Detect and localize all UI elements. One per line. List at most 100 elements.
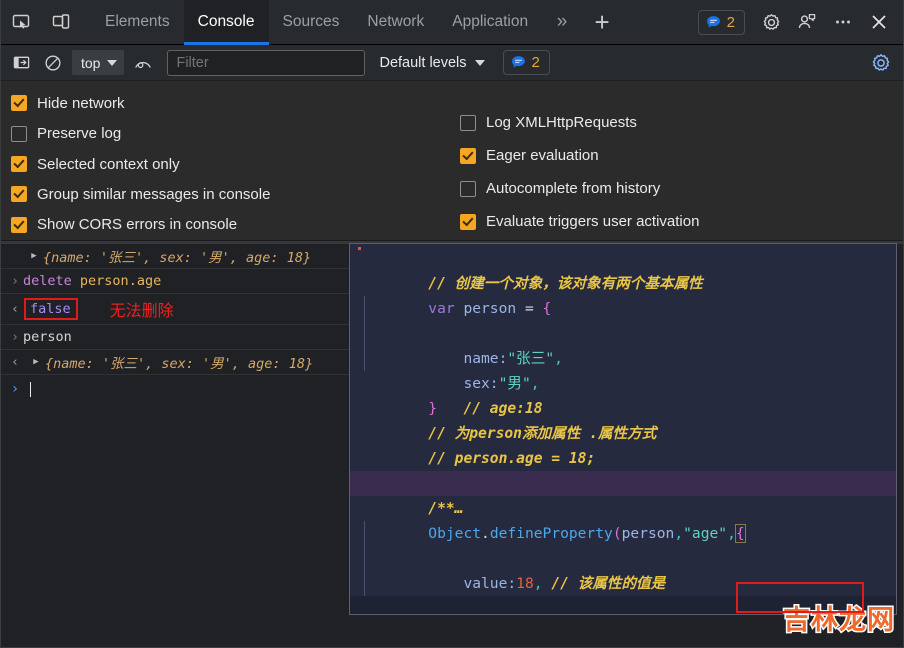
tab-elements[interactable]: Elements [91, 0, 184, 45]
code-line-4: sex:"男", [350, 321, 896, 392]
console-result-value: false [24, 298, 78, 320]
code-line-5: // age:18 [350, 346, 896, 417]
console-output-area: ▶ {name: '张三', sex: '男', age: 18} › dele… [1, 241, 903, 647]
indent-guide [364, 321, 365, 346]
setting-label: Selected context only [37, 155, 180, 173]
checkbox-unchecked-icon[interactable] [460, 180, 476, 197]
settings-gear-icon[interactable] [753, 4, 789, 40]
setting-selected-context-only[interactable]: Selected context only [11, 149, 455, 179]
console-settings-icon[interactable] [867, 49, 895, 77]
expand-triangle-icon[interactable]: ▶ [31, 357, 41, 367]
execution-context-selector[interactable]: top [72, 50, 125, 75]
clear-console-icon[interactable] [39, 49, 67, 77]
indent-guide [364, 346, 365, 371]
input-prompt-icon: › [11, 273, 19, 289]
console-prompt-row[interactable]: › [1, 375, 349, 403]
console-issues-badge[interactable]: 2 [502, 50, 550, 75]
console-row-object-result[interactable]: ▶ {name: '张三', sex: '男', age: 18} [1, 244, 349, 269]
tab-network[interactable]: Network [353, 0, 438, 45]
log-levels-label: Default levels [379, 54, 467, 71]
console-row-input-person[interactable]: › person [1, 325, 349, 350]
more-tabs-icon[interactable]: » [542, 0, 582, 45]
prompt-caret-icon: › [10, 381, 20, 397]
setting-group-similar[interactable]: Group similar messages in console [11, 179, 455, 209]
console-object-preview: {name: '张三', sex: '男', age: 18} [43, 250, 312, 266]
console-input-space [72, 273, 80, 289]
checkbox-unchecked-icon[interactable] [11, 125, 27, 142]
checkbox-checked-icon[interactable] [11, 216, 27, 233]
setting-eager-evaluation[interactable]: Eager evaluation [460, 139, 903, 172]
tab-sources[interactable]: Sources [269, 0, 354, 45]
issues-count: 2 [726, 13, 735, 31]
issues-badge[interactable]: 2 [697, 9, 745, 35]
console-toolbar: top Default levels 2 [1, 45, 903, 81]
code-line-2: var person = { [350, 271, 896, 317]
annotation-cannot-delete: 无法删除 [109, 301, 174, 320]
checkbox-checked-icon[interactable] [460, 147, 476, 164]
expand-triangle-icon[interactable]: ▶ [29, 251, 39, 261]
setting-label: Hide network [37, 94, 125, 112]
setting-label: Evaluate triggers user activation [486, 213, 700, 230]
setting-label: Log XMLHttpRequests [486, 114, 637, 131]
devtools-tabbar: Elements Console Sources Network Applica… [1, 0, 903, 45]
indent-guide [364, 521, 365, 546]
checkbox-checked-icon[interactable] [11, 95, 27, 112]
checkbox-checked-icon[interactable] [11, 156, 27, 173]
device-toolbar-icon[interactable] [41, 0, 81, 45]
close-icon[interactable] [861, 4, 897, 40]
more-tabs-label: » [556, 11, 568, 32]
tab-label: Console [197, 13, 255, 30]
setting-autocomplete-history[interactable]: Autocomplete from history [460, 172, 903, 205]
more-options-icon[interactable] [825, 4, 861, 40]
console-input-keyword: delete [23, 273, 72, 289]
console-sidebar-icon[interactable] [7, 49, 35, 77]
site-watermark: 吉林龙网 [782, 604, 896, 638]
tab-application[interactable]: Application [438, 0, 542, 45]
console-row-result-false[interactable]: ‹ false 无法删除 [1, 294, 349, 325]
indent-guide [364, 296, 365, 321]
tab-console[interactable]: Console [183, 0, 269, 45]
chevron-down-icon [107, 59, 118, 66]
settings-column-right: Log XMLHttpRequests Eager evaluation Aut… [455, 88, 903, 240]
add-panel-button[interactable]: + [582, 0, 622, 45]
customize-icon[interactable] [789, 4, 825, 40]
setting-hide-network[interactable]: Hide network [11, 88, 455, 118]
checkbox-checked-icon[interactable] [11, 186, 27, 203]
checkbox-unchecked-icon[interactable] [460, 114, 476, 131]
devtools-window: Elements Console Sources Network Applica… [0, 0, 904, 648]
settings-column-left: Hide network Preserve log Selected conte… [1, 88, 455, 240]
output-result-icon: ‹ [11, 301, 19, 317]
filter-input[interactable] [167, 49, 366, 76]
setting-show-cors-errors[interactable]: Show CORS errors in console [11, 210, 455, 240]
tab-label: Elements [105, 13, 170, 30]
setting-label: Preserve log [37, 125, 122, 143]
setting-label: Show CORS errors in console [37, 216, 238, 234]
execution-context-value: top [81, 54, 101, 71]
code-line-1: // 创建一个对象，该对象有两个基本属性 [350, 246, 896, 292]
live-expression-icon[interactable] [129, 49, 157, 77]
setting-log-xhr[interactable]: Log XMLHttpRequests [460, 106, 903, 139]
console-message-list: ▶ {name: '张三', sex: '男', age: 18} › dele… [1, 244, 349, 403]
message-bubble-icon [706, 15, 720, 27]
code-line-11: Object.defineProperty(person,"age",{ [350, 496, 896, 543]
text-cursor [30, 381, 31, 397]
tab-label: Application [452, 13, 529, 30]
log-levels-dropdown[interactable]: Default levels [379, 54, 485, 71]
inspect-icon[interactable] [1, 0, 41, 45]
chevron-down-icon [474, 59, 485, 66]
code-line-13: enumerable:true, // 该添加的属性是否参与枚举 [350, 546, 896, 614]
code-line-6: } [350, 371, 896, 417]
code-line-12: value:18, // 该属性的值是 [350, 521, 896, 592]
code-line-14: writable:true, // 该添加的属性是否可以被修改 [350, 571, 896, 596]
setting-evaluate-user-activation[interactable]: Evaluate triggers user activation [460, 205, 903, 238]
console-issues-count: 2 [531, 54, 540, 71]
code-line-8: // person.age = 18; [350, 421, 896, 467]
code-editor-overlay: // 创建一个对象，该对象有两个基本属性 var person = { name… [349, 243, 897, 615]
console-row-person-result[interactable]: ‹ ▶ {name: '张三', sex: '男', age: 18} [1, 350, 349, 375]
code-line-9: // 3、为person对象添加属性 defineProperty [350, 446, 896, 492]
console-row-input-delete[interactable]: › delete person.age [1, 269, 349, 294]
checkbox-checked-icon[interactable] [460, 213, 476, 230]
setting-preserve-log[interactable]: Preserve log [11, 118, 455, 148]
console-input-expression: person [23, 329, 72, 345]
console-object-preview: {name: '张三', sex: '男', age: 18} [45, 356, 314, 372]
